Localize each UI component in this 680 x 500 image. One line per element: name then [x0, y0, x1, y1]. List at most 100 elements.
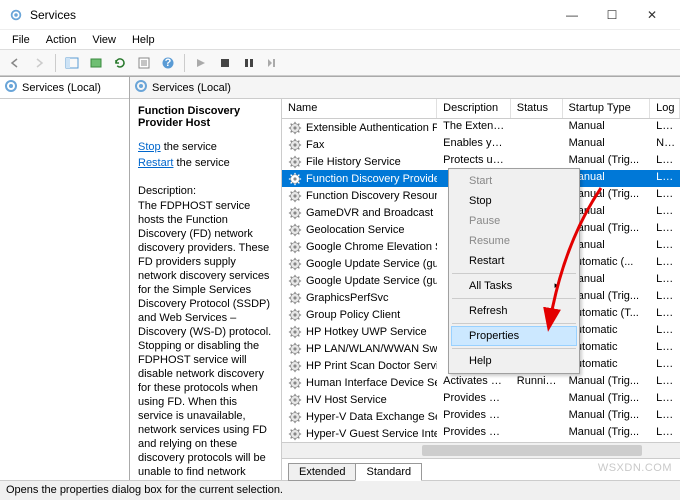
cell-logon: Loca: [650, 170, 680, 187]
table-row[interactable]: Extensible Authentication P...The Extens…: [282, 119, 680, 136]
ctx-pause[interactable]: Pause: [451, 211, 577, 231]
start-service-button[interactable]: [190, 52, 212, 74]
menubar: File Action View Help: [0, 30, 680, 50]
window-title: Services: [30, 8, 552, 22]
ctx-help[interactable]: Help: [451, 351, 577, 371]
back-button[interactable]: [4, 52, 26, 74]
cell-description: Provides an ...: [437, 391, 511, 408]
cell-logon: Loca: [650, 323, 680, 340]
help-button[interactable]: ?: [157, 52, 179, 74]
cell-startup: Manual: [563, 136, 651, 153]
col-startup[interactable]: Startup Type: [563, 99, 651, 118]
table-row[interactable]: Hyper-V Data Exchange Ser...Provides a .…: [282, 408, 680, 425]
cell-status: [511, 119, 563, 136]
close-button[interactable]: ✕: [632, 1, 672, 29]
cell-name: Hyper-V Guest Service Inter...: [306, 428, 437, 440]
cell-name: Google Update Service (gup...: [306, 258, 437, 270]
maximize-button[interactable]: ☐: [592, 1, 632, 29]
menu-action[interactable]: Action: [38, 32, 85, 48]
nav-item-services-local[interactable]: Services (Local): [0, 77, 129, 99]
col-description[interactable]: Description: [437, 99, 511, 118]
ctx-resume[interactable]: Resume: [451, 231, 577, 251]
cell-logon: Loca: [650, 187, 680, 204]
cell-logon: Loca: [650, 204, 680, 221]
table-row[interactable]: Human Interface Device Ser...Activates a…: [282, 374, 680, 391]
cell-logon: Loca: [650, 238, 680, 255]
gear-icon: [288, 223, 302, 237]
cell-name: Fax: [306, 139, 324, 151]
cell-logon: Loca: [650, 153, 680, 170]
menu-view[interactable]: View: [84, 32, 124, 48]
toolbar: ?: [0, 50, 680, 76]
show-hide-tree-button[interactable]: [61, 52, 83, 74]
forward-button[interactable]: [28, 52, 50, 74]
properties-button[interactable]: [133, 52, 155, 74]
detail-pane: Function Discovery Provider Host Stop th…: [130, 99, 282, 480]
cell-logon: Loca: [650, 272, 680, 289]
cell-name: GraphicsPerfSvc: [306, 292, 389, 304]
gear-icon: [288, 393, 302, 407]
statusbar: Opens the properties dialog box for the …: [0, 480, 680, 500]
gear-icon: [288, 189, 302, 203]
col-name[interactable]: Name: [282, 99, 437, 118]
stop-suffix: the service: [161, 141, 217, 153]
ctx-restart[interactable]: Restart: [451, 251, 577, 271]
ctx-refresh[interactable]: Refresh: [451, 301, 577, 321]
cell-name: Hyper-V Data Exchange Ser...: [306, 411, 437, 423]
ctx-properties[interactable]: Properties: [451, 326, 577, 346]
cell-description: Provides an ...: [437, 425, 511, 442]
cell-description: The Extensi...: [437, 119, 511, 136]
col-logon[interactable]: Log: [650, 99, 680, 118]
watermark: WSXDN.COM: [598, 462, 672, 474]
col-status[interactable]: Status: [511, 99, 563, 118]
menu-help[interactable]: Help: [124, 32, 163, 48]
pause-service-button[interactable]: [238, 52, 260, 74]
svg-text:?: ?: [165, 57, 172, 69]
ctx-stop[interactable]: Stop: [451, 191, 577, 211]
description-text: The FDPHOST service hosts the Function D…: [138, 199, 273, 480]
titlebar: Services — ☐ ✕: [0, 0, 680, 30]
cell-description: Provides a ...: [437, 408, 511, 425]
cell-name: Google Chrome Elevation S...: [306, 241, 437, 253]
tab-standard[interactable]: Standard: [355, 463, 422, 481]
cell-logon: Loca: [650, 289, 680, 306]
stop-link[interactable]: Stop: [138, 141, 161, 153]
menu-file[interactable]: File: [4, 32, 38, 48]
cell-logon: Loca: [650, 374, 680, 391]
refresh-button[interactable]: [109, 52, 131, 74]
gear-icon: [288, 172, 302, 186]
ctx-all-tasks[interactable]: All Tasks: [451, 276, 577, 296]
cell-logon: Loca: [650, 119, 680, 136]
horizontal-scrollbar[interactable]: [282, 442, 680, 458]
gear-icon: [288, 308, 302, 322]
cell-name: Google Update Service (gup...: [306, 275, 437, 287]
tab-extended[interactable]: Extended: [288, 463, 356, 481]
table-row[interactable]: Hyper-V Guest Service Inter...Provides a…: [282, 425, 680, 442]
services-icon: [4, 79, 18, 96]
table-row[interactable]: FaxEnables you...ManualNetw: [282, 136, 680, 153]
export-button[interactable]: [85, 52, 107, 74]
restart-link[interactable]: Restart: [138, 157, 173, 169]
cell-name: GameDVR and Broadcast Us...: [306, 207, 437, 219]
gear-icon: [288, 274, 302, 288]
restart-service-button[interactable]: [262, 52, 284, 74]
cell-startup: Manual (Trig...: [563, 374, 651, 391]
table-row[interactable]: HV Host ServiceProvides an ...Manual (Tr…: [282, 391, 680, 408]
gear-icon: [288, 240, 302, 254]
gear-icon: [288, 257, 302, 271]
cell-logon: Loca: [650, 340, 680, 357]
restart-suffix: the service: [173, 157, 229, 169]
stop-service-button[interactable]: [214, 52, 236, 74]
ctx-start[interactable]: Start: [451, 171, 577, 191]
cell-logon: Loca: [650, 425, 680, 442]
cell-logon: Loca: [650, 357, 680, 374]
cell-startup: Manual (Trig...: [563, 425, 651, 442]
context-menu: Start Stop Pause Resume Restart All Task…: [448, 168, 580, 374]
cell-logon: Loca: [650, 306, 680, 323]
cell-logon: Loca: [650, 255, 680, 272]
gear-icon: [288, 427, 302, 441]
cell-startup: Manual (Trig...: [563, 391, 651, 408]
minimize-button[interactable]: —: [552, 1, 592, 29]
main-heading-label: Services (Local): [152, 82, 231, 94]
gear-icon: [288, 359, 302, 373]
